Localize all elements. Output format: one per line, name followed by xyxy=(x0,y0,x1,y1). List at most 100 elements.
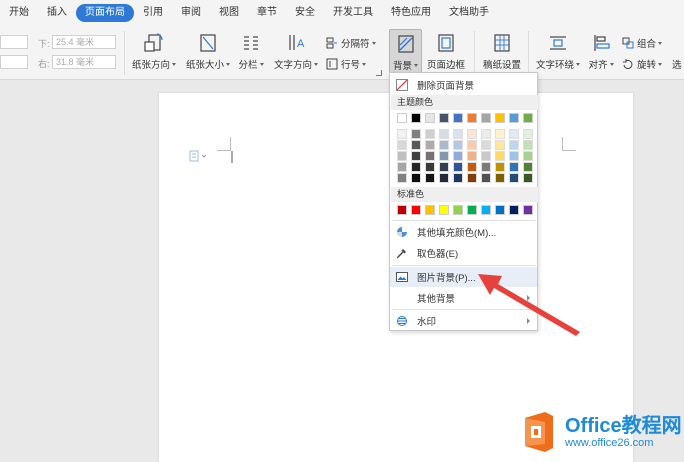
theme-shade-swatch[interactable] xyxy=(495,162,505,172)
theme-shade-swatch[interactable] xyxy=(397,140,407,150)
menu-tab[interactable]: 安全 xyxy=(286,4,324,22)
theme-shade-swatch[interactable] xyxy=(425,140,435,150)
theme-shade-swatch[interactable] xyxy=(397,162,407,172)
theme-shade-swatch[interactable] xyxy=(453,140,463,150)
standard-color-swatch[interactable] xyxy=(509,205,519,215)
select-button[interactable]: 选 xyxy=(672,57,682,71)
theme-shade-swatch[interactable] xyxy=(467,173,477,183)
theme-shade-swatch[interactable] xyxy=(481,162,491,172)
theme-color-swatch[interactable] xyxy=(439,113,449,123)
margin-right-field[interactable]: 31.8 毫米 xyxy=(52,55,116,69)
standard-color-swatch[interactable] xyxy=(523,205,533,215)
theme-shade-swatch[interactable] xyxy=(425,129,435,139)
page-border-button[interactable]: 页面边框 xyxy=(424,32,468,71)
theme-shade-swatch[interactable] xyxy=(467,129,477,139)
more-fill-colors-item[interactable]: 其他填充颜色(M)... xyxy=(390,222,537,242)
theme-color-swatch[interactable] xyxy=(425,113,435,123)
theme-shade-swatch[interactable] xyxy=(467,162,477,172)
menu-tab[interactable]: 插入 xyxy=(38,4,76,22)
theme-shade-swatch[interactable] xyxy=(523,162,533,172)
theme-shade-swatch[interactable] xyxy=(509,162,519,172)
menu-tab[interactable]: 章节 xyxy=(248,4,286,22)
theme-shade-swatch[interactable] xyxy=(481,129,491,139)
menu-tab[interactable]: 开发工具 xyxy=(324,4,382,22)
theme-color-swatch[interactable] xyxy=(509,113,519,123)
theme-color-swatch[interactable] xyxy=(397,113,407,123)
theme-shade-swatch[interactable] xyxy=(495,140,505,150)
theme-shade-swatch[interactable] xyxy=(411,140,421,150)
theme-shade-swatch[interactable] xyxy=(523,140,533,150)
theme-shade-swatch[interactable] xyxy=(439,140,449,150)
theme-color-swatch[interactable] xyxy=(495,113,505,123)
size-button[interactable]: 纸张大小 xyxy=(184,32,232,71)
menu-tab[interactable]: 文档助手 xyxy=(440,4,498,22)
group-button[interactable]: 组合 xyxy=(622,36,663,50)
text-direction-button[interactable]: A 文字方向 xyxy=(272,32,320,71)
theme-shade-swatch[interactable] xyxy=(453,151,463,161)
theme-color-swatch[interactable] xyxy=(523,113,533,123)
standard-color-swatch[interactable] xyxy=(425,205,435,215)
menu-tab[interactable]: 开始 xyxy=(0,4,38,22)
theme-shade-swatch[interactable] xyxy=(411,173,421,183)
theme-shade-swatch[interactable] xyxy=(439,151,449,161)
background-button[interactable]: 背景 xyxy=(389,29,422,75)
theme-shade-swatch[interactable] xyxy=(425,173,435,183)
theme-shade-swatch[interactable] xyxy=(439,129,449,139)
theme-shade-swatch[interactable] xyxy=(481,151,491,161)
paste-options-icon[interactable] xyxy=(189,150,207,162)
menu-tab[interactable]: 引用 xyxy=(134,4,172,22)
align-button[interactable]: 对齐 xyxy=(586,32,616,71)
columns-button[interactable]: 分栏 xyxy=(236,32,266,71)
standard-color-swatch[interactable] xyxy=(411,205,421,215)
margin-bottom-field[interactable]: 25.4 毫米 xyxy=(52,35,116,49)
theme-shade-swatch[interactable] xyxy=(523,173,533,183)
separator-button[interactable]: 分隔符 xyxy=(326,36,376,50)
margin-left-field[interactable] xyxy=(0,55,28,69)
theme-shade-swatch[interactable] xyxy=(509,151,519,161)
theme-color-swatch[interactable] xyxy=(411,113,421,123)
theme-color-swatch[interactable] xyxy=(453,113,463,123)
theme-shade-swatch[interactable] xyxy=(411,151,421,161)
theme-shade-swatch[interactable] xyxy=(523,151,533,161)
theme-shade-swatch[interactable] xyxy=(397,129,407,139)
paper-setup-button[interactable]: 稿纸设置 xyxy=(480,32,524,71)
standard-color-swatch[interactable] xyxy=(453,205,463,215)
menu-tab[interactable]: 审阅 xyxy=(172,4,210,22)
menu-tab[interactable]: 页面布局 xyxy=(76,4,134,22)
standard-color-swatch[interactable] xyxy=(439,205,449,215)
theme-shade-swatch[interactable] xyxy=(397,173,407,183)
theme-shade-swatch[interactable] xyxy=(397,151,407,161)
orientation-button[interactable]: 纸张方向 xyxy=(130,32,178,71)
theme-shade-swatch[interactable] xyxy=(509,173,519,183)
menu-tab[interactable]: 特色应用 xyxy=(382,4,440,22)
text-wrap-button[interactable]: 文字环绕 xyxy=(534,32,582,71)
margin-top-field[interactable] xyxy=(0,35,28,49)
theme-shade-swatch[interactable] xyxy=(439,162,449,172)
theme-shade-swatch[interactable] xyxy=(495,129,505,139)
theme-shade-swatch[interactable] xyxy=(439,173,449,183)
standard-color-swatch[interactable] xyxy=(397,205,407,215)
theme-shade-swatch[interactable] xyxy=(453,129,463,139)
theme-shade-swatch[interactable] xyxy=(495,151,505,161)
theme-shade-swatch[interactable] xyxy=(453,162,463,172)
theme-shade-swatch[interactable] xyxy=(523,129,533,139)
theme-shade-swatch[interactable] xyxy=(411,129,421,139)
theme-color-swatch[interactable] xyxy=(481,113,491,123)
theme-shade-swatch[interactable] xyxy=(509,140,519,150)
standard-color-swatch[interactable] xyxy=(467,205,477,215)
theme-shade-swatch[interactable] xyxy=(509,129,519,139)
theme-shade-swatch[interactable] xyxy=(495,173,505,183)
standard-color-swatch[interactable] xyxy=(495,205,505,215)
eyedropper-item[interactable]: 取色器(E) xyxy=(390,243,537,263)
theme-shade-swatch[interactable] xyxy=(467,151,477,161)
theme-shade-swatch[interactable] xyxy=(453,173,463,183)
theme-shade-swatch[interactable] xyxy=(425,162,435,172)
rotate-button[interactable]: 旋转 xyxy=(622,57,663,71)
theme-shade-swatch[interactable] xyxy=(467,140,477,150)
remove-background-item[interactable]: 删除页面背景 xyxy=(390,75,537,95)
theme-shade-swatch[interactable] xyxy=(481,173,491,183)
dialog-launcher-icon[interactable] xyxy=(376,70,382,76)
theme-color-swatch[interactable] xyxy=(467,113,477,123)
standard-color-swatch[interactable] xyxy=(481,205,491,215)
menu-tab[interactable]: 视图 xyxy=(210,4,248,22)
